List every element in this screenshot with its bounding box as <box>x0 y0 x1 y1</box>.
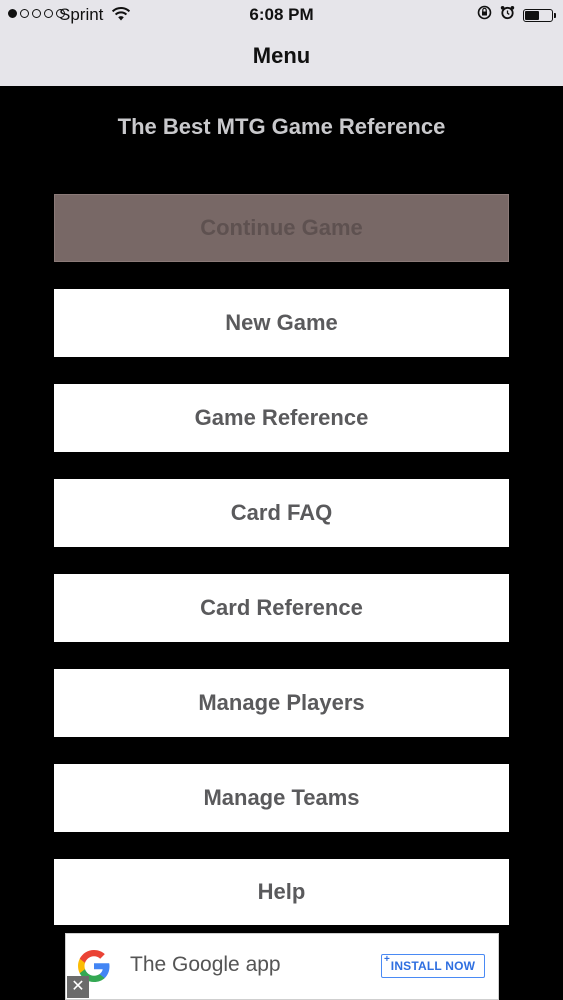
battery-icon <box>523 8 556 22</box>
battery-level <box>525 10 539 20</box>
top-bar: Sprint 6:08 PM Menu <box>0 0 563 86</box>
help-button[interactable]: Help <box>54 859 509 925</box>
continue-game-button[interactable]: Continue Game <box>54 194 509 262</box>
card-faq-button[interactable]: Card FAQ <box>54 479 509 547</box>
game-reference-button[interactable]: Game Reference <box>54 384 509 452</box>
plus-icon: + <box>384 954 391 965</box>
install-now-label: INSTALL NOW <box>390 959 476 973</box>
manage-players-button[interactable]: Manage Players <box>54 669 509 737</box>
nav-title: Menu <box>252 43 311 68</box>
alarm-icon <box>500 5 515 25</box>
ad-close-button[interactable]: ✕ <box>67 976 89 998</box>
app-screen: Sprint 6:08 PM Menu The Best MTG Game Re… <box>0 0 563 1000</box>
page-subtitle: The Best MTG Game Reference <box>117 114 446 139</box>
status-right-icons <box>477 5 556 25</box>
ad-banner[interactable]: The Google app + INSTALL NOW <box>65 933 499 1000</box>
ad-app-name: The Google app <box>130 953 281 976</box>
manage-teams-button[interactable]: Manage Teams <box>54 764 509 832</box>
install-now-button[interactable]: + INSTALL NOW <box>381 954 485 978</box>
rotation-lock-icon <box>477 5 492 25</box>
new-game-button[interactable]: New Game <box>54 289 509 357</box>
status-bar: Sprint 6:08 PM <box>0 0 563 30</box>
card-reference-button[interactable]: Card Reference <box>54 574 509 642</box>
